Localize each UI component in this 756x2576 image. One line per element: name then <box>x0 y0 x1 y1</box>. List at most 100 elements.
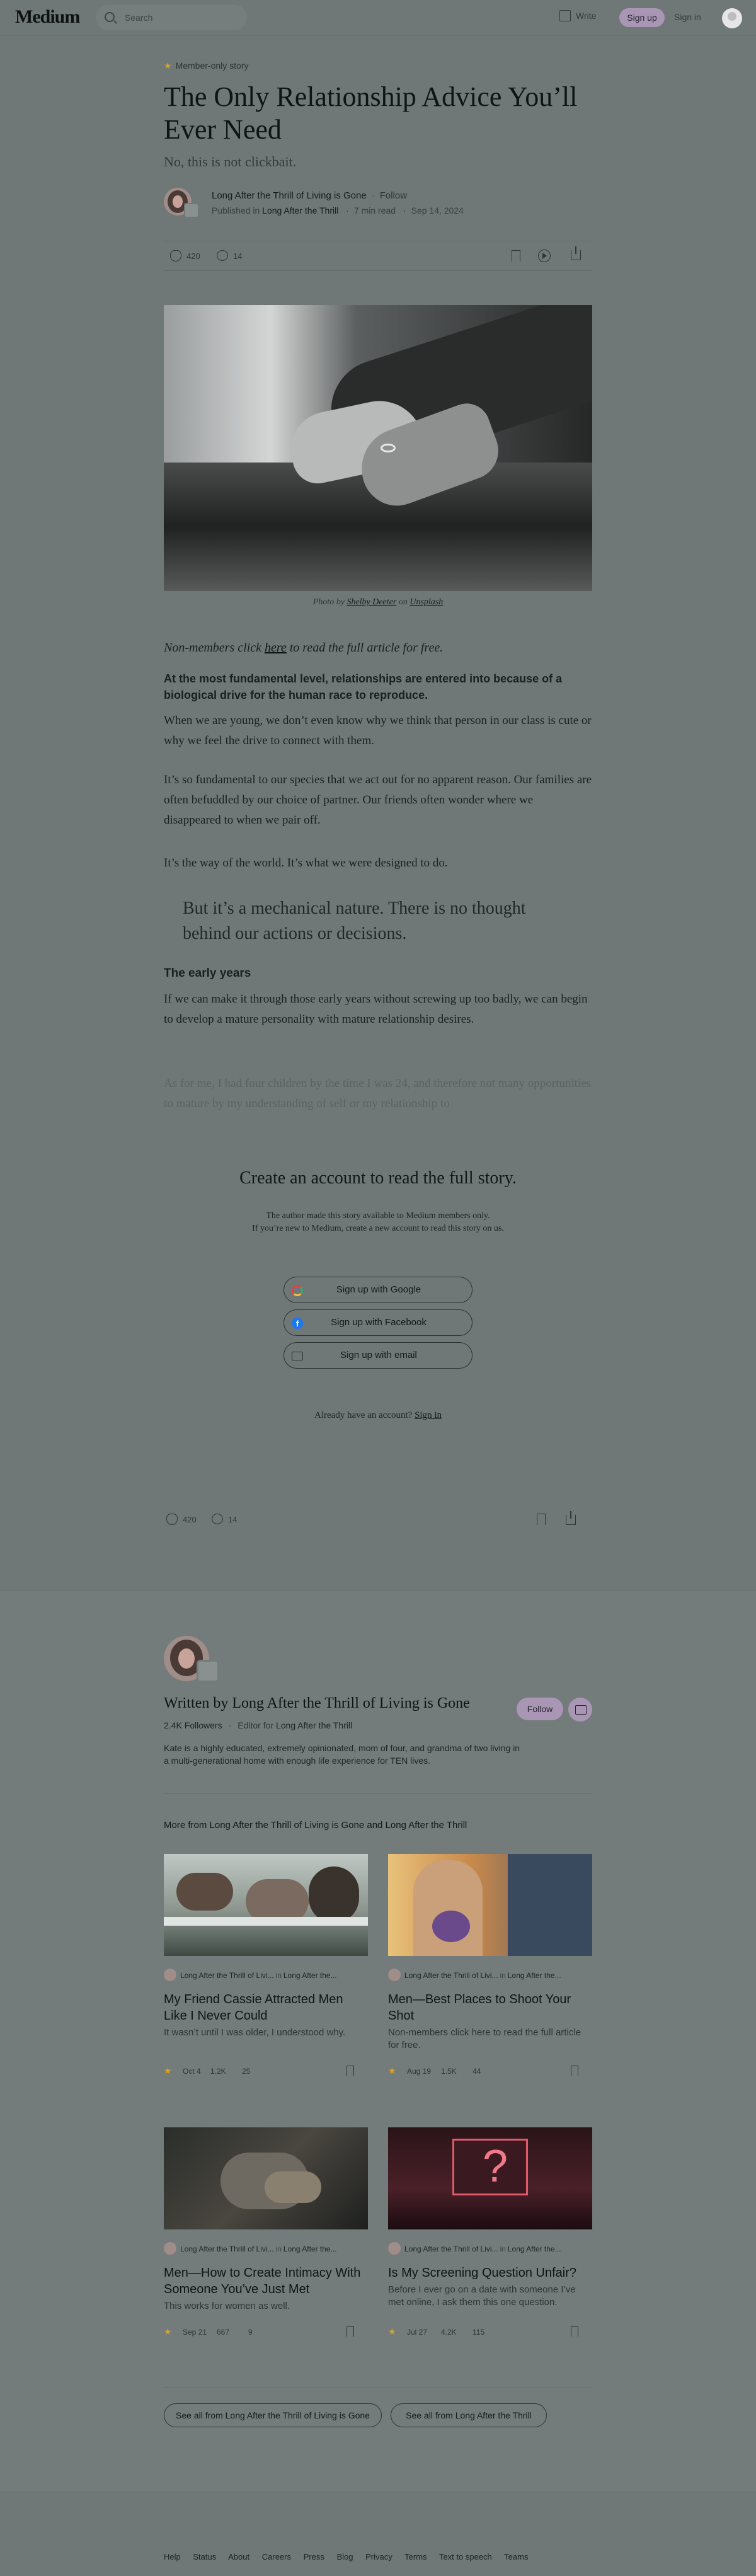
follow-link[interactable]: Follow <box>380 190 407 201</box>
search-input[interactable]: Search <box>96 5 247 30</box>
card-date: Sep 21 <box>183 2328 207 2337</box>
email-label: Sign up with email <box>340 1350 417 1360</box>
card-author[interactable]: Long After the Thrill of Livi... <box>180 1971 274 1980</box>
author-line: Long After the Thrill of Living is Gone ·… <box>212 190 408 201</box>
footer-link[interactable]: Status <box>193 2552 216 2562</box>
follower-count[interactable]: 2.4K Followers <box>164 1720 222 1730</box>
footer-link[interactable]: Careers <box>262 2552 291 2562</box>
bookmark-icon[interactable] <box>346 2326 354 2337</box>
publication-avatar-large[interactable] <box>197 1660 219 1682</box>
card-claps: 667 <box>217 2328 230 2337</box>
editor-for-link[interactable]: Long After the Thrill <box>276 1720 352 1730</box>
signup-google-button[interactable]: Sign up with Google <box>284 1277 472 1303</box>
already-label: Already have an account? <box>314 1410 413 1420</box>
card-pub[interactable]: Long After the... <box>508 2245 561 2253</box>
signup-email-button[interactable]: Sign up with email <box>284 1342 472 1369</box>
publish-date: Sep 14, 2024 <box>411 205 464 216</box>
footer-link[interactable]: Text to speech <box>439 2552 492 2562</box>
footer-link[interactable]: About <box>228 2552 249 2562</box>
card-author[interactable]: Long After the Thrill of Livi... <box>180 2245 274 2253</box>
card-author[interactable]: Long After the Thrill of Livi... <box>404 2245 498 2253</box>
bookmark-icon[interactable] <box>346 2066 354 2076</box>
section-heading: The early years <box>164 967 251 980</box>
card-image[interactable] <box>164 2127 368 2229</box>
star-icon: ★ <box>388 2066 396 2076</box>
card-title[interactable]: Is My Screening Question Unfair? <box>388 2265 592 2281</box>
card-title[interactable]: Men—Best Places to Shoot Your Shot <box>388 1991 592 2024</box>
signin-link[interactable]: Sign in <box>674 12 701 22</box>
subscribe-email-button[interactable] <box>568 1698 592 1722</box>
card-image[interactable] <box>164 1854 368 1956</box>
card-pub[interactable]: Long After the... <box>508 1971 561 1980</box>
footer <box>0 2492 756 2576</box>
card-image[interactable] <box>388 1854 592 1956</box>
write-icon <box>559 10 571 21</box>
clap-icon[interactable] <box>166 1514 178 1525</box>
photographer-link[interactable]: Shelby Deeter <box>346 597 396 607</box>
written-by-heading[interactable]: Written by Long After the Thrill of Livi… <box>164 1695 470 1712</box>
paywall-signin-link[interactable]: Sign in <box>415 1410 442 1420</box>
card-title[interactable]: My Friend Cassie Attracted Men Like I Ne… <box>164 1991 368 2024</box>
author-name[interactable]: Long After the Thrill of Living is Gone <box>212 190 367 201</box>
already-have-account: Already have an account? Sign in <box>164 1410 592 1421</box>
author-bio: Kate is a highly educated, extremely opi… <box>164 1743 520 1766</box>
card-title[interactable]: Men—How to Create Intimacy With Someone … <box>164 2265 368 2297</box>
bookmark-icon[interactable] <box>512 250 520 262</box>
bookmark-icon[interactable] <box>571 2066 578 2076</box>
read-time: 7 min read <box>353 205 396 216</box>
listen-icon[interactable] <box>538 250 551 262</box>
publication-link[interactable]: Long After the Thrill <box>262 205 338 216</box>
clap-icon[interactable] <box>170 250 181 262</box>
see-all-publication-button[interactable]: See all from Long After the Thrill <box>391 2403 547 2427</box>
caption-prefix: Photo by <box>312 597 345 607</box>
comment-icon[interactable] <box>217 250 228 261</box>
bookmark-icon[interactable] <box>537 1514 546 1525</box>
nonmember-link[interactable]: here <box>265 641 287 655</box>
share-icon[interactable] <box>571 246 581 260</box>
card-author[interactable]: Long After the Thrill of Livi... <box>404 1971 498 1980</box>
member-only-badge: ★ Member-only story <box>164 60 248 71</box>
footer-link[interactable]: Blog <box>336 2552 353 2562</box>
card-meta: Long After the Thrill of Livi... in Long A… <box>388 1969 561 1981</box>
unsplash-link[interactable]: Unsplash <box>410 597 443 607</box>
card-author-avatar[interactable] <box>164 1969 176 1981</box>
user-avatar[interactable] <box>722 8 742 28</box>
footer-link[interactable]: Terms <box>404 2552 427 2562</box>
divider <box>164 1793 592 1794</box>
footer-links: Help Status About Careers Press Blog Pri… <box>164 2552 538 2562</box>
card-author-avatar[interactable] <box>388 2242 401 2255</box>
footer-link[interactable]: Teams <box>504 2552 528 2562</box>
card-image[interactable]: ? <box>388 2127 592 2229</box>
search-placeholder: Search <box>125 13 153 23</box>
card-stats: ★ Sep 21 667 9 <box>164 2325 368 2340</box>
bookmark-icon[interactable] <box>571 2326 578 2337</box>
card-author-avatar[interactable] <box>164 2242 176 2255</box>
follow-author-button[interactable]: Follow <box>517 1698 563 1720</box>
signup-facebook-button[interactable]: f Sign up with Facebook <box>284 1309 472 1336</box>
clap-count: 420 <box>186 251 200 261</box>
footer-link[interactable]: Privacy <box>365 2552 392 2562</box>
footer-link[interactable]: Press <box>304 2552 324 2562</box>
card-author-avatar[interactable] <box>388 1969 401 1981</box>
card-stats: ★ Jul 27 4.2K 115 <box>388 2325 592 2340</box>
comment-icon[interactable] <box>212 1514 223 1524</box>
star-icon: ★ <box>388 2326 396 2337</box>
share-icon[interactable] <box>566 1511 576 1525</box>
image-caption: Photo by Shelby Deeter on Unsplash <box>164 597 592 607</box>
see-all-author-button[interactable]: See all from Long After the Thrill of Li… <box>164 2403 382 2427</box>
card-pub[interactable]: Long After the... <box>284 1971 337 1980</box>
medium-logo[interactable]: Medium <box>15 6 80 28</box>
paragraph-1: When we are young, we don’t even know wh… <box>164 714 592 747</box>
card-pub[interactable]: Long After the... <box>284 2245 337 2253</box>
article-subtitle: No, this is not clickbait. <box>164 154 297 170</box>
card-subtitle: Non-members click here to read the full … <box>388 2027 581 2050</box>
write-button[interactable]: Write <box>559 10 596 21</box>
pull-quote: But it’s a mechanical nature. There is n… <box>183 899 526 943</box>
paragraph-2: It’s so fundamental to our species that … <box>164 773 592 827</box>
footer-link[interactable]: Help <box>164 2552 181 2562</box>
card-meta: Long After the Thrill of Livi... in Long A… <box>164 2242 337 2255</box>
publication-avatar[interactable] <box>184 203 199 218</box>
card-claps: 4.2K <box>441 2328 457 2337</box>
signup-button[interactable]: Sign up <box>619 8 665 27</box>
lead-paragraph: At the most fundamental level, relations… <box>164 672 563 701</box>
